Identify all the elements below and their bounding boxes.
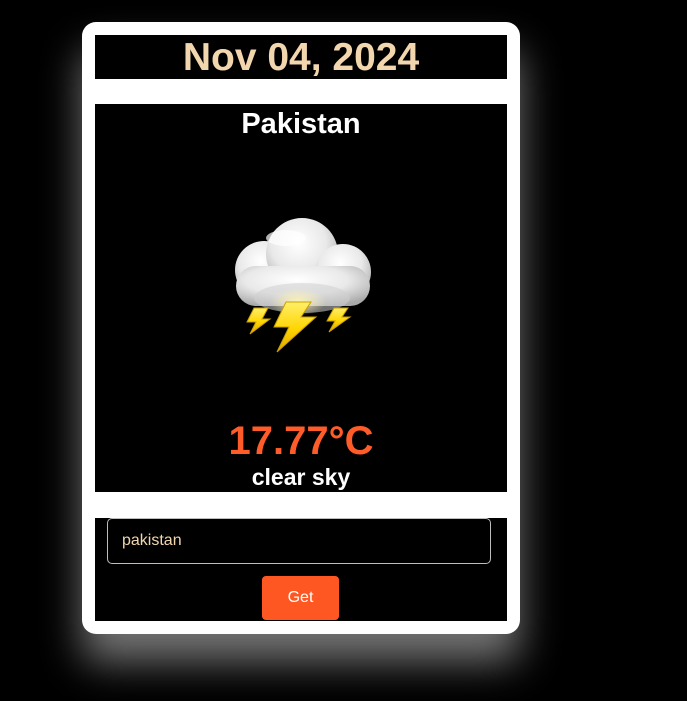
- current-date: Nov 04, 2024: [182, 35, 420, 79]
- weather-description: clear sky: [251, 464, 351, 490]
- date-header: Nov 04, 2024: [95, 35, 507, 79]
- get-weather-button[interactable]: Get: [262, 576, 339, 620]
- thunder-cloud-icon: [235, 218, 371, 353]
- search-panel: Get: [95, 518, 507, 621]
- country-name: Pakistan: [241, 108, 361, 140]
- weather-panel: Pakistan 17.77°C clear sky: [95, 104, 507, 492]
- city-search-input[interactable]: [107, 518, 491, 564]
- temperature-value: 17.77°C: [228, 419, 374, 463]
- weather-card: Nov 04, 2024 Pakistan 17.77°C clear sky …: [82, 22, 520, 634]
